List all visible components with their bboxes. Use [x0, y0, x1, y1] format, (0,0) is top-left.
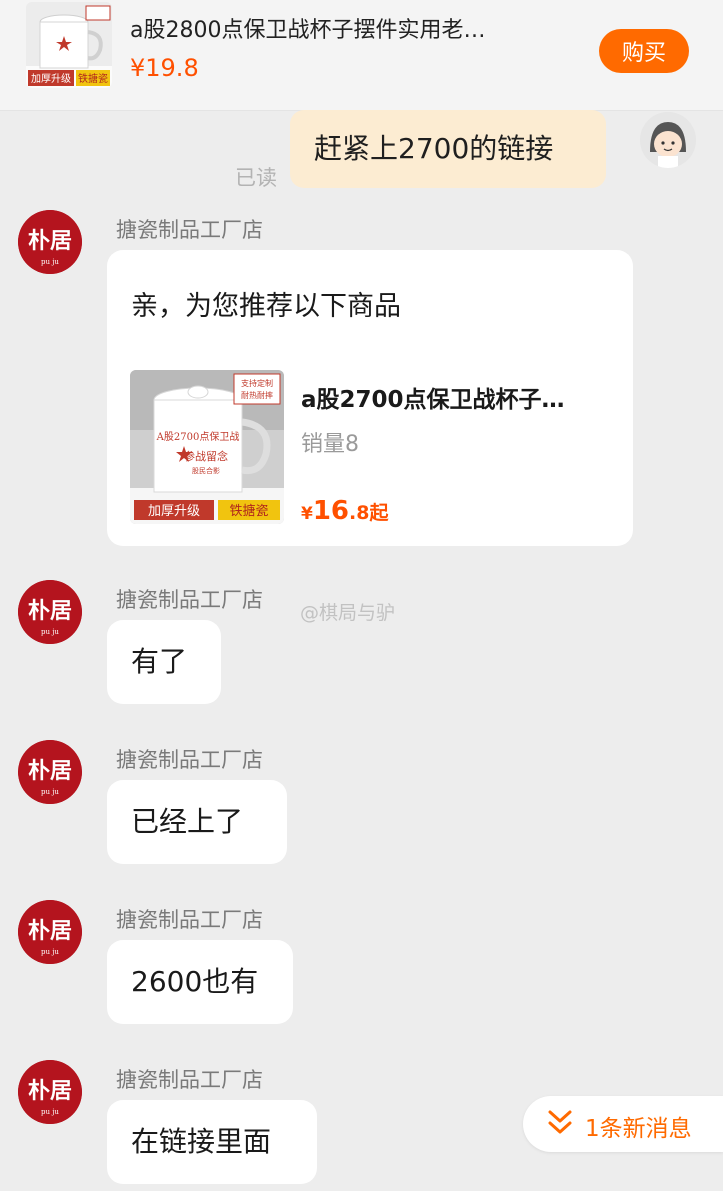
product-thumbnail[interactable]: 加厚升级 铁搪瓷: [26, 2, 112, 88]
my-avatar[interactable]: [640, 112, 696, 168]
message-bubble[interactable]: 在链接里面: [107, 1100, 317, 1184]
read-status: 已读: [235, 166, 277, 190]
rec-thumb-badge-material: 铁搪瓷: [229, 503, 268, 519]
shop-name: 搪瓷制品工厂店: [116, 1068, 263, 1092]
watermark: @棋局与驴: [300, 602, 396, 624]
shop-name: 搪瓷制品工厂店: [116, 588, 263, 612]
new-message-label: 1条新消息: [585, 1116, 692, 1142]
shop-avatar-label: 朴居: [28, 1078, 72, 1104]
mug-text-line1: A股2700点保卫战: [156, 430, 240, 443]
mug-text-line3: 股民合影: [192, 466, 220, 475]
shop-name: 搪瓷制品工厂店: [116, 748, 263, 772]
price-suffix: 起: [369, 502, 389, 524]
shop-avatar[interactable]: 朴居 pu ju: [18, 900, 82, 964]
shop-avatar-pinyin: pu ju: [41, 258, 59, 266]
shop-avatar-pinyin: pu ju: [41, 1108, 59, 1116]
shop-avatar-label: 朴居: [28, 918, 72, 944]
product-header[interactable]: 加厚升级 铁搪瓷 a股2800点保卫战杯子摆件实用老… ¥19.8 购买: [0, 0, 723, 111]
my-message-bubble[interactable]: 赶紧上2700的链接: [290, 110, 606, 188]
message-bubble[interactable]: 2600也有: [107, 940, 293, 1024]
price-integer: 16: [312, 496, 350, 526]
thumb-corner-custom: 支持定制: [241, 378, 273, 388]
mug-text-line2: 参战留念: [184, 449, 228, 463]
buy-button[interactable]: 购买: [599, 29, 689, 73]
recommendation-greeting: 亲，为您推荐以下商品: [131, 291, 401, 322]
shop-avatar-label: 朴居: [28, 758, 72, 784]
thumb-badge-material: 铁搪瓷: [78, 72, 108, 85]
shop-avatar-pinyin: pu ju: [41, 788, 59, 796]
new-message-button[interactable]: 1条新消息: [523, 1096, 723, 1152]
shop-name: 搪瓷制品工厂店: [116, 218, 263, 242]
message-bubble[interactable]: 已经上了: [107, 780, 287, 864]
recommended-product-price: ¥16.8起: [301, 496, 389, 526]
thumb-corner-durable: 耐热耐摔: [241, 390, 273, 400]
rec-thumb-badge-upgrade: 加厚升级: [148, 504, 200, 519]
recommended-product-sales: 销量8: [301, 432, 359, 457]
product-price: ¥19.8: [130, 54, 199, 82]
shop-avatar-label: 朴居: [28, 228, 72, 254]
double-chevron-down-icon: [548, 1110, 572, 1134]
shop-name: 搪瓷制品工厂店: [116, 908, 263, 932]
recommendation-card[interactable]: 亲，为您推荐以下商品 A股2700点保卫战 参战留念 股民合影 支持定制 耐热耐…: [107, 250, 633, 546]
recommended-product-thumbnail[interactable]: A股2700点保卫战 参战留念 股民合影 支持定制 耐热耐摔 加厚升级 铁搪瓷: [130, 370, 284, 524]
price-currency: ¥: [301, 504, 313, 524]
shop-avatar[interactable]: 朴居 pu ju: [18, 210, 82, 274]
recommended-product-title[interactable]: a股2700点保卫战杯子…: [301, 380, 601, 414]
shop-avatar-pinyin: pu ju: [41, 628, 59, 636]
shop-avatar[interactable]: 朴居 pu ju: [18, 580, 82, 644]
shop-avatar[interactable]: 朴居 pu ju: [18, 740, 82, 804]
shop-avatar-label: 朴居: [28, 598, 72, 624]
shop-avatar[interactable]: 朴居 pu ju: [18, 1060, 82, 1124]
product-title[interactable]: a股2800点保卫战杯子摆件实用老…: [130, 12, 570, 44]
shop-avatar-pinyin: pu ju: [41, 948, 59, 956]
price-decimal: .8: [349, 502, 370, 524]
thumb-badge-upgrade: 加厚升级: [31, 73, 71, 85]
message-bubble[interactable]: 有了: [107, 620, 221, 704]
